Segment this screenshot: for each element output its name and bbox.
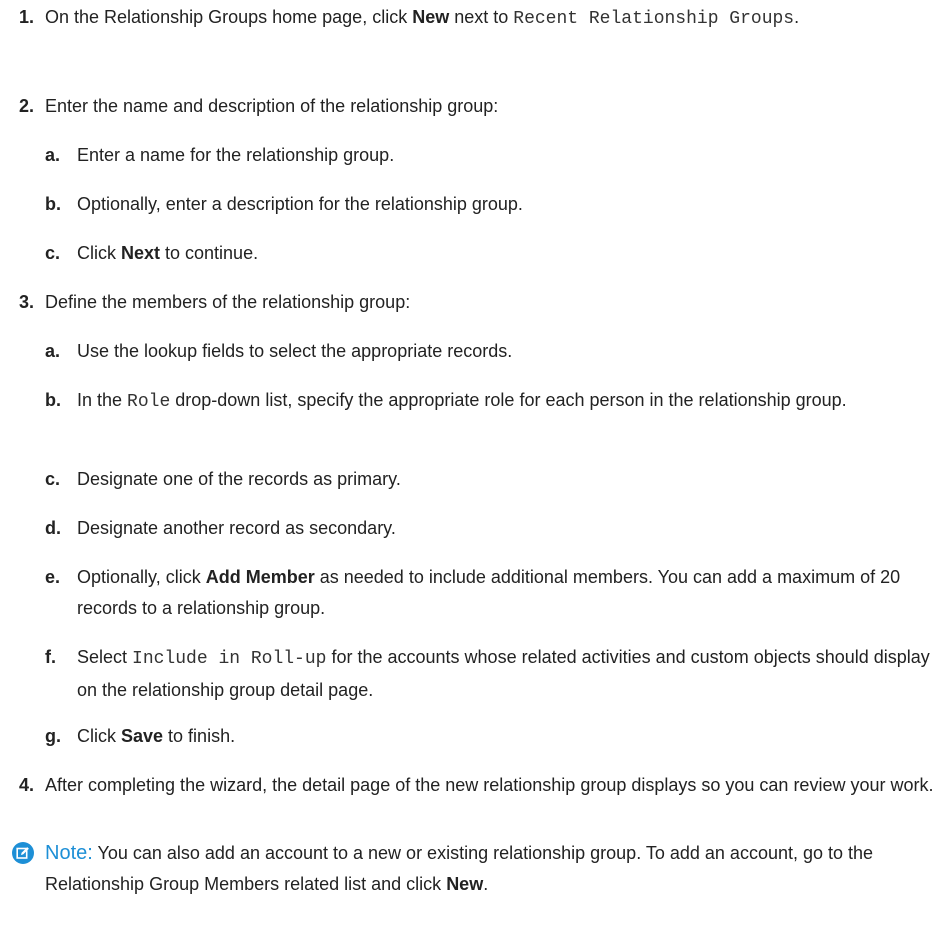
- note-text: Note: You can also add an account to a n…: [45, 842, 874, 894]
- substep-text: Optionally, enter a description for the …: [77, 194, 523, 214]
- substep-text: Designate another record as secondary.: [77, 518, 396, 538]
- substep-text: Select Include in Roll-up for the accoun…: [77, 647, 930, 700]
- code-term: Include in Roll-up: [132, 649, 327, 669]
- step-3: 3. Define the members of the relationshi…: [0, 287, 940, 318]
- code-term: Role: [127, 392, 171, 412]
- substep-letter: f.: [45, 647, 56, 667]
- step-2: 2. Enter the name and description of the…: [0, 91, 940, 122]
- procedure-document: 1. On the Relationship Groups home page,…: [0, 0, 952, 931]
- substep-3c: c. Designate one of the records as prima…: [45, 464, 945, 495]
- substep-letter: g.: [45, 726, 61, 746]
- substep-text: Optionally, click Add Member as needed t…: [77, 567, 901, 618]
- ui-label-save: Save: [121, 726, 164, 746]
- substep-3f: f. Select Include in Roll-up for the acc…: [45, 642, 945, 704]
- substep-letter: c.: [45, 469, 61, 489]
- substep-letter: c.: [45, 243, 61, 263]
- code-term: Recent Relationship Groups: [513, 9, 795, 29]
- step-4: 4. After completing the wizard, the deta…: [0, 770, 940, 832]
- substep-2c: c. Click Next to continue.: [45, 238, 945, 269]
- substep-letter: b.: [45, 390, 61, 410]
- note-edit-icon: [12, 842, 34, 864]
- substep-3b: b. In the Role drop-down list, specify t…: [45, 385, 945, 447]
- step-text: Define the members of the relationship g…: [45, 292, 411, 312]
- step-text: After completing the wizard, the detail …: [45, 775, 934, 795]
- substep-letter: b.: [45, 194, 61, 214]
- substep-letter: a.: [45, 145, 61, 165]
- substep-letter: a.: [45, 341, 61, 361]
- step-number: 2.: [18, 96, 34, 116]
- step-number: 4.: [18, 775, 34, 795]
- ui-label-add-member: Add Member: [205, 567, 315, 587]
- substep-letter: d.: [45, 518, 61, 538]
- substep-3d: d. Designate another record as secondary…: [45, 513, 945, 544]
- substep-text: Designate one of the records as primary.: [77, 469, 401, 489]
- step-text: On the Relationship Groups home page, cl…: [45, 7, 800, 29]
- step-1: 1. On the Relationship Groups home page,…: [0, 2, 940, 64]
- substep-2a: a. Enter a name for the relationship gro…: [45, 140, 945, 171]
- substep-3e: e. Optionally, click Add Member as neede…: [45, 562, 945, 624]
- substep-3g: g. Click Save to finish.: [45, 721, 945, 752]
- ui-label-next: Next: [121, 243, 161, 263]
- substep-text: In the Role drop-down list, specify the …: [77, 390, 847, 412]
- ui-label-new: New: [412, 7, 450, 27]
- substep-text: Click Save to finish.: [77, 726, 236, 746]
- substep-3a: a. Use the lookup fields to select the a…: [45, 336, 945, 367]
- substep-2b: b. Optionally, enter a description for t…: [45, 189, 945, 220]
- step-text: Enter the name and description of the re…: [45, 96, 499, 116]
- substep-text: Use the lookup fields to select the appr…: [77, 341, 513, 361]
- ui-label-new: New: [446, 874, 484, 894]
- step-number: 3.: [18, 292, 34, 312]
- note-label: Note:: [45, 842, 93, 864]
- substep-letter: e.: [45, 567, 61, 587]
- substep-text: Enter a name for the relationship group.: [77, 145, 395, 165]
- step-number: 1.: [18, 7, 34, 27]
- substep-text: Click Next to continue.: [77, 243, 259, 263]
